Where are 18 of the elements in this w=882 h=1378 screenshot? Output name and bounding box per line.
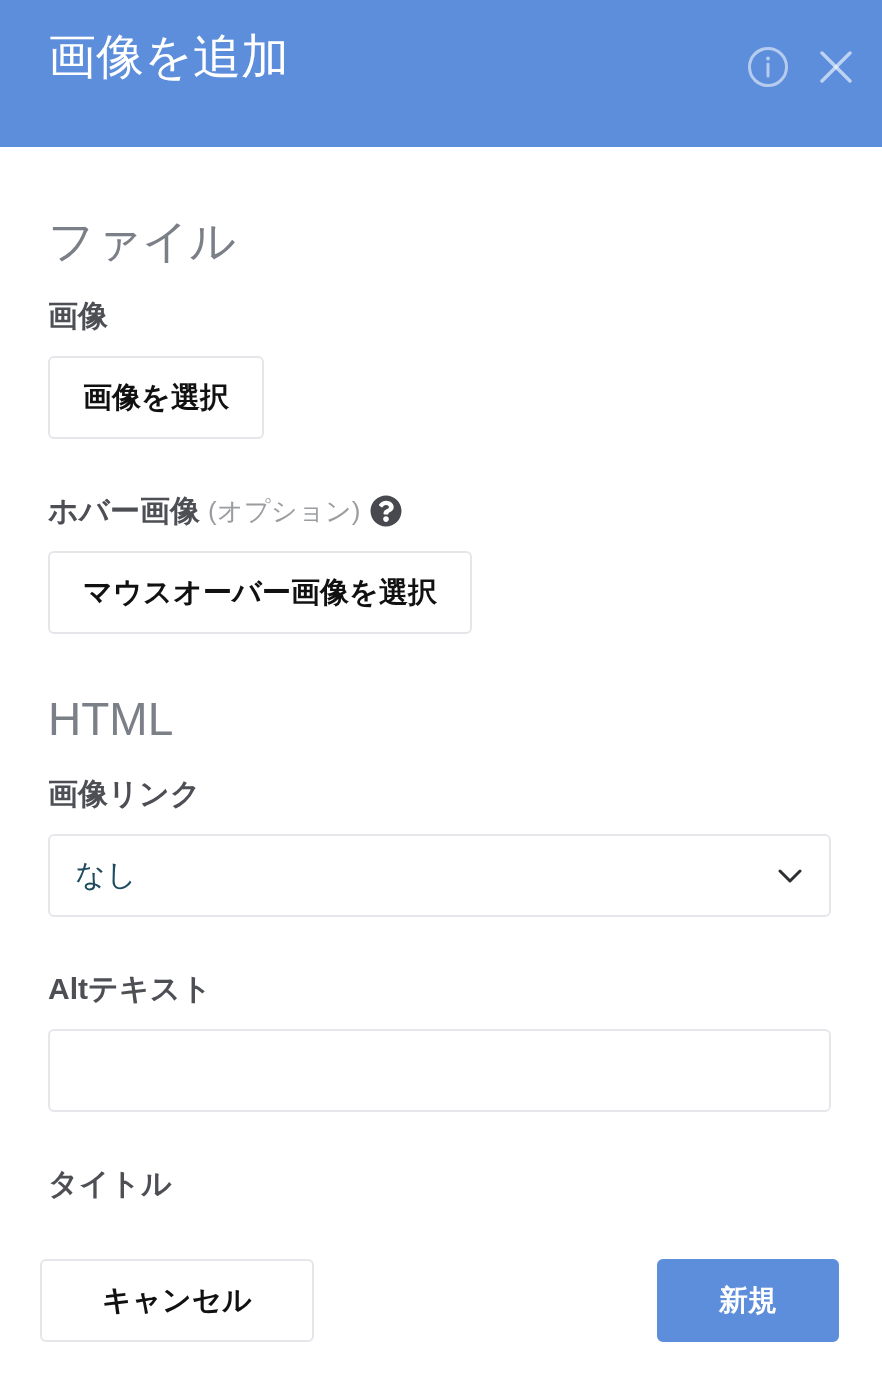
cancel-button[interactable]: キャンセル — [40, 1259, 314, 1342]
link-dropdown[interactable]: なし — [48, 834, 831, 917]
info-icon[interactable] — [748, 47, 788, 87]
field-label: 画像リンク — [48, 776, 201, 812]
optional-note: (オプション) — [208, 495, 361, 528]
field-label: タイトル — [48, 1166, 172, 1202]
field-label: 画像 — [48, 298, 108, 334]
field-label: ホバー画像 — [48, 493, 200, 529]
help-icon[interactable] — [370, 495, 403, 527]
file-choose-button[interactable]: 画像を選択 — [48, 356, 264, 439]
field-label: Altテキスト — [48, 971, 212, 1007]
file-choose-button[interactable]: マウスオーバー画像を選択 — [48, 551, 472, 634]
section-heading: HTML — [48, 692, 175, 747]
section-heading: ファイル — [48, 214, 237, 269]
chevron-down-icon — [778, 868, 802, 883]
input-field[interactable] — [48, 1029, 831, 1112]
close-icon[interactable] — [820, 51, 852, 83]
dialog-title: 画像を追加 — [48, 29, 289, 85]
